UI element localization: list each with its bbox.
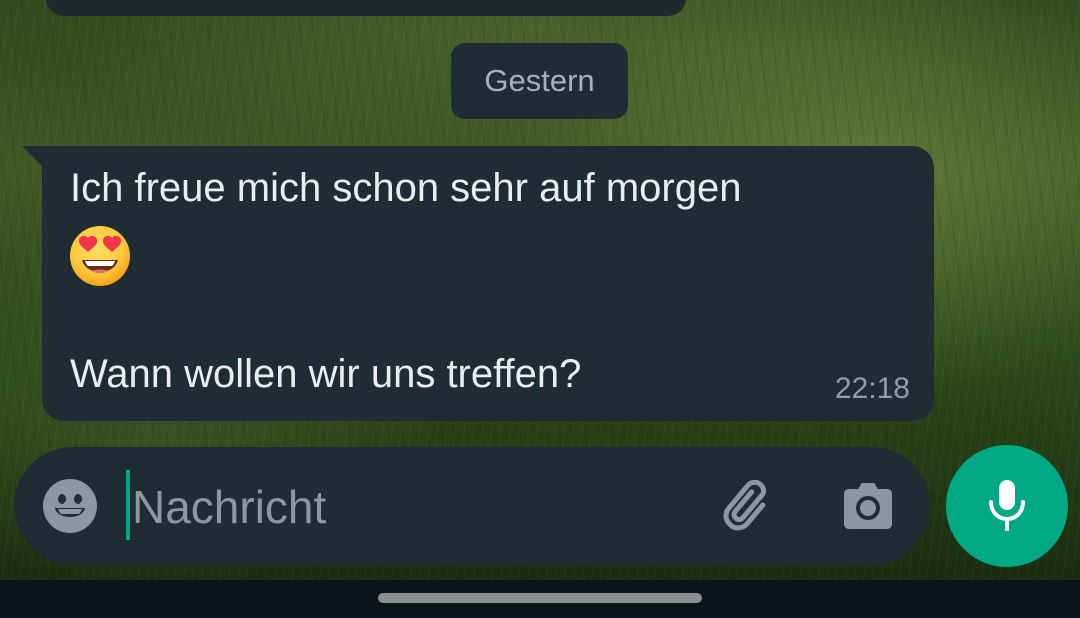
- emoji-icon[interactable]: [42, 478, 98, 534]
- previous-message-bubble[interactable]: [46, 0, 686, 16]
- message-timestamp: 22:18: [834, 372, 910, 405]
- gesture-handle[interactable]: [378, 593, 702, 603]
- date-separator-label: Gestern: [484, 63, 595, 98]
- camera-icon[interactable]: [840, 480, 896, 532]
- message-bubble-tail: [22, 146, 44, 168]
- paperclip-icon[interactable]: [722, 478, 780, 536]
- microphone-icon: [989, 480, 1025, 531]
- date-separator: Gestern: [451, 43, 628, 119]
- voice-message-button[interactable]: [946, 445, 1068, 567]
- text-cursor: [126, 470, 130, 540]
- message-text-line-1: Ich freue mich schon sehr auf morgen: [70, 166, 742, 210]
- heart-eyes-emoji-icon: [70, 226, 130, 286]
- message-text-line-3: Wann wollen wir uns treffen?: [70, 352, 582, 396]
- message-input[interactable]: [132, 479, 692, 535]
